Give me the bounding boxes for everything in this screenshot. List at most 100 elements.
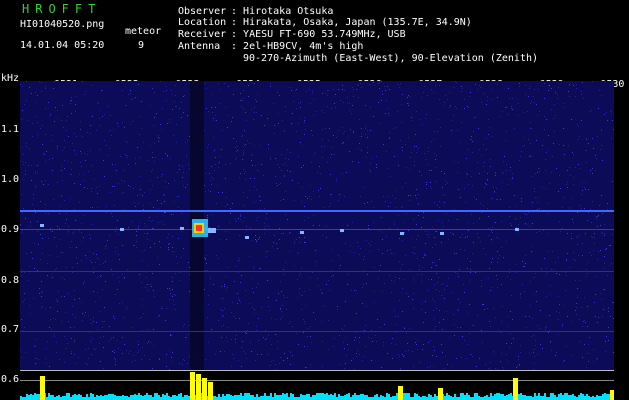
noise-bar <box>602 394 604 400</box>
noise-bar <box>348 393 350 400</box>
noise-bar <box>234 395 236 400</box>
noise-bar <box>246 393 248 400</box>
meteor-echo <box>340 229 344 232</box>
noise-bar <box>26 394 28 400</box>
noise-bar <box>554 395 556 400</box>
noise-bar <box>122 395 124 400</box>
noise-bar <box>58 395 60 400</box>
noise-bar <box>454 394 456 400</box>
noise-bar <box>158 395 160 400</box>
noise-bar <box>510 393 512 400</box>
filename-label: HI01040520.png <box>20 19 105 30</box>
noise-bar <box>586 394 588 400</box>
noise-bar <box>396 393 398 400</box>
noise-bar <box>104 395 106 400</box>
noise-bar <box>110 394 112 400</box>
noise-bar <box>380 395 382 400</box>
freq-label-1-0: 1.0 <box>1 174 20 185</box>
noise-bar <box>330 394 332 400</box>
noise-bar <box>506 395 508 400</box>
noise-bar <box>544 393 546 400</box>
noise-bar <box>224 396 226 400</box>
noise-bar <box>270 393 272 400</box>
noise-bar <box>100 395 102 400</box>
noise-bar <box>422 396 424 400</box>
noise-bar <box>222 394 224 400</box>
noise-bar <box>374 395 376 400</box>
meteor-echo <box>40 224 44 227</box>
meteor-peak <box>438 388 443 400</box>
noise-bar <box>564 393 566 400</box>
meteor-echo <box>400 232 404 235</box>
antenna-key: Antenna <box>178 41 221 52</box>
noise-bar <box>340 396 342 400</box>
antenna-value-1: 2el-HB9CV, 4m's high <box>243 41 364 52</box>
noise-bar <box>226 394 228 400</box>
noise-bar <box>286 393 288 400</box>
noise-bar <box>366 395 368 400</box>
noise-bar <box>232 396 234 400</box>
noise-bar <box>228 394 230 400</box>
meteor-peak <box>513 378 518 400</box>
noise-bar <box>240 393 242 400</box>
spectrogram <box>20 81 614 371</box>
noise-bar <box>486 395 488 400</box>
carrier-line-weak <box>20 229 614 230</box>
noise-bar <box>144 395 146 400</box>
noise-bar <box>118 396 120 400</box>
noise-bar <box>540 396 542 400</box>
noise-bar <box>250 395 252 400</box>
noise-bar <box>342 396 344 400</box>
freq-label-0-8: 0.8 <box>1 275 20 286</box>
noise-bar <box>50 395 52 400</box>
noise-bar <box>274 393 276 400</box>
noise-bar <box>186 395 188 400</box>
noise-bar <box>112 394 114 400</box>
freq-label-1-1: 1.1 <box>1 124 20 135</box>
noise-bar <box>166 393 168 400</box>
noise-bar <box>282 393 284 400</box>
noise-bar <box>416 394 418 400</box>
noise-bar <box>116 396 118 400</box>
noise-bar <box>218 394 220 400</box>
meteor-echo <box>515 228 519 231</box>
noise-bar <box>446 393 448 400</box>
noise-bar <box>592 396 594 400</box>
noise-bar <box>242 396 244 400</box>
noise-bar <box>502 394 504 400</box>
noise-bar <box>492 396 494 400</box>
noise-bar <box>124 396 126 400</box>
noise-bar <box>92 394 94 400</box>
noise-bar <box>484 396 486 400</box>
meteor-peak <box>202 378 207 400</box>
noise-bar <box>448 395 450 400</box>
noise-bar <box>524 395 526 400</box>
noise-bar <box>142 396 144 400</box>
noise-bar <box>500 394 502 400</box>
carrier-line-faint <box>20 271 614 272</box>
noise-bar <box>444 396 446 400</box>
noise-bar <box>388 394 390 400</box>
noise-bar <box>404 393 406 400</box>
freq-label-0-7: 0.7 <box>1 324 20 335</box>
meteor-echo <box>440 232 444 235</box>
noise-bar <box>280 395 282 400</box>
noise-bar <box>162 394 164 400</box>
noise-bar <box>302 395 304 400</box>
noise-bar <box>538 393 540 400</box>
noise-bar <box>476 393 478 400</box>
noise-bar <box>30 394 32 400</box>
meteor-main-tail <box>208 228 216 233</box>
noise-bar <box>318 393 320 400</box>
meteor-peak <box>610 390 614 400</box>
noise-bar <box>90 393 92 400</box>
noise-bar <box>464 395 466 400</box>
noise-bar <box>474 393 476 400</box>
noise-bar <box>600 396 602 400</box>
noise-bar <box>536 396 538 400</box>
noise-bar <box>256 394 258 400</box>
noise-bar <box>608 394 610 400</box>
noise-bar <box>588 396 590 400</box>
noise-bar <box>108 394 110 400</box>
noise-bar <box>52 395 54 400</box>
